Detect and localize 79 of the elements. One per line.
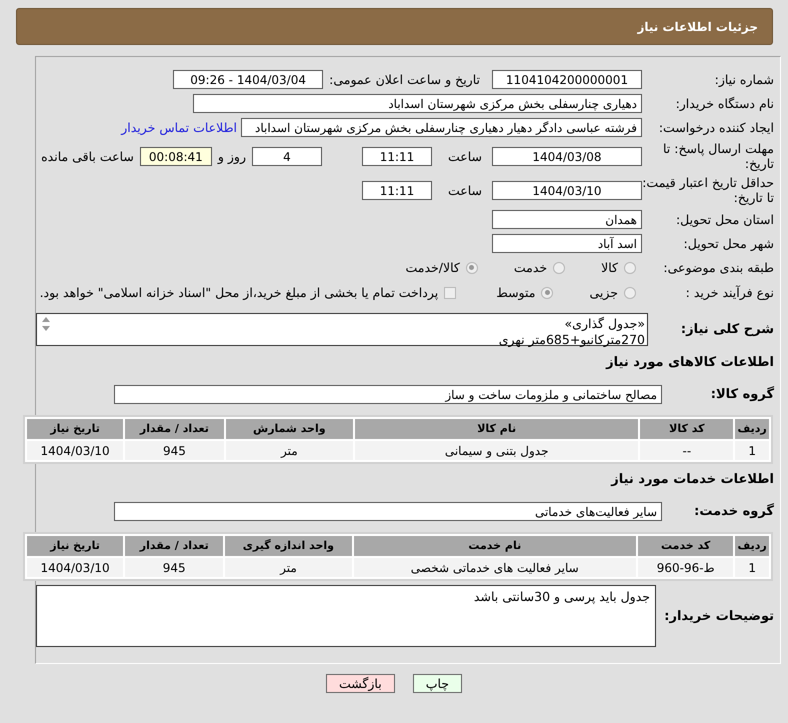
creator-field: فرشته عباسی دادگر دهیار دهیاری چنارسفلی بخش مرکزی شهرستان اسداباد: [241, 118, 642, 136]
description-line: 270مترکانیو+685متر نهری: [498, 332, 645, 348]
column-header: ردیف: [735, 419, 769, 439]
table-cell: متر: [225, 558, 352, 577]
description-textarea[interactable]: «جدول گذاری» 270مترکانیو+685متر نهری: [36, 312, 648, 346]
city-field: اسد آباد: [492, 234, 642, 252]
column-header: نام کالا: [354, 419, 638, 439]
column-header: ردیف: [735, 536, 769, 556]
field-label: گروه خدمت:: [693, 502, 775, 518]
time-label: ساعت: [448, 148, 482, 164]
scroll-arrows-icon: [41, 316, 51, 332]
field-label: شماره نیاز:: [714, 72, 775, 86]
field-label: حداقل تاریخ اعتبار قیمت: تا تاریخ:: [642, 175, 775, 205]
table-cell: جدول بتنی و سیمانی: [354, 441, 638, 460]
field-label: شهر محل تحویل:: [682, 236, 775, 250]
contact-link[interactable]: اطلاعات تماس خریدار: [121, 120, 237, 134]
table-cell: 945: [125, 558, 224, 577]
table-cell: 1404/03/10: [27, 558, 124, 577]
time-label: ساعت: [448, 182, 482, 198]
checkbox[interactable]: [444, 286, 456, 298]
radio-button[interactable]: [541, 286, 554, 298]
field-label: نوع فرآیند خرید :: [684, 285, 775, 300]
back-button[interactable]: بازگشت: [326, 674, 395, 693]
column-header: واحد شمارش: [226, 419, 353, 439]
column-header: کد کالا: [640, 419, 734, 439]
radio-button[interactable]: [466, 262, 478, 274]
print-button[interactable]: چاپ: [412, 674, 462, 693]
table-cell: 945: [125, 441, 224, 460]
buyer-field: دهیاری چنارسفلی بخش مرکزی شهرستان اسداباد: [193, 94, 642, 112]
column-header: کد خدمت: [638, 536, 734, 556]
notes-textarea[interactable]: جدول باید پرسی و 30سانتی باشد: [36, 585, 656, 647]
days-label: روز و: [218, 148, 246, 164]
group-field: مصالح ساختمانی و ملزومات ساخت و ساز: [114, 384, 662, 404]
field-label: استان محل تحویل:: [674, 212, 775, 226]
option-label: متوسط: [496, 285, 536, 300]
table-cell: ط-96-960: [638, 558, 734, 577]
field-label: طبقه بندی موضوعی:: [662, 260, 775, 275]
date-field: 1404/03/08: [492, 146, 642, 166]
column-header: تعداد / مقدار: [125, 536, 224, 556]
table-cell: 1: [735, 441, 769, 460]
page-title: جزئیات اطلاعات نیاز: [637, 20, 758, 34]
column-header: تاریخ نیاز: [27, 419, 124, 439]
remaining-label: ساعت باقی مانده: [41, 148, 134, 164]
time-field: 11:11: [362, 180, 432, 200]
section-title: اطلاعات خدمات مورد نیاز: [610, 471, 775, 489]
column-header: نام خدمت: [354, 536, 636, 556]
table-cell: سایر فعالیت های خدماتی شخصی: [354, 558, 636, 577]
field-label: ایجاد کننده درخواست:: [658, 120, 775, 134]
column-header: تاریخ نیاز: [27, 536, 124, 556]
group-field: سایر فعالیت‌های خدماتی: [114, 502, 662, 520]
date-field: 1404/03/10: [492, 180, 642, 200]
table-cell: 1: [735, 558, 769, 577]
days-field: 4: [252, 146, 322, 166]
radio-button[interactable]: [553, 262, 566, 274]
need-number-field: 1104104200000001: [492, 70, 642, 88]
option-label: کالا/خدمت: [405, 260, 460, 275]
announce-date-field: 1404/03/04 - 09:26: [173, 70, 324, 88]
section-title: اطلاعات کالاهای مورد نیاز: [604, 354, 775, 372]
field-label: تاریخ و ساعت اعلان عمومی:: [329, 72, 480, 86]
field-label: گروه کالا:: [710, 385, 775, 402]
option-label: جزیی: [589, 285, 618, 300]
description-line: «جدول گذاری»: [564, 316, 645, 332]
table-cell: --: [640, 441, 734, 460]
field-label: توضیحات خریدار:: [663, 608, 775, 624]
option-label: کالا: [601, 260, 618, 275]
column-header: تعداد / مقدار: [125, 419, 224, 439]
payment-note: پرداخت تمام یا بخشی از مبلغ خرید،از محل "اسناد خزانه اسلامی" خواهد بود.: [40, 285, 438, 300]
field-label: شرح کلی نیاز:: [680, 322, 775, 336]
column-header: واحد اندازه گیری: [225, 536, 352, 556]
table-cell: متر: [226, 441, 353, 460]
table-cell: 1404/03/10: [27, 441, 124, 460]
option-label: خدمت: [514, 260, 548, 275]
radio-button[interactable]: [624, 286, 636, 298]
province-field: همدان: [492, 210, 642, 228]
field-label: نام دستگاه خریدار:: [674, 96, 775, 110]
time-field: 11:11: [362, 146, 432, 166]
remaining-field: 00:08:41: [140, 146, 212, 166]
radio-button[interactable]: [624, 262, 636, 274]
field-label: مهلت ارسال پاسخ: تا تاریخ:: [662, 141, 775, 171]
